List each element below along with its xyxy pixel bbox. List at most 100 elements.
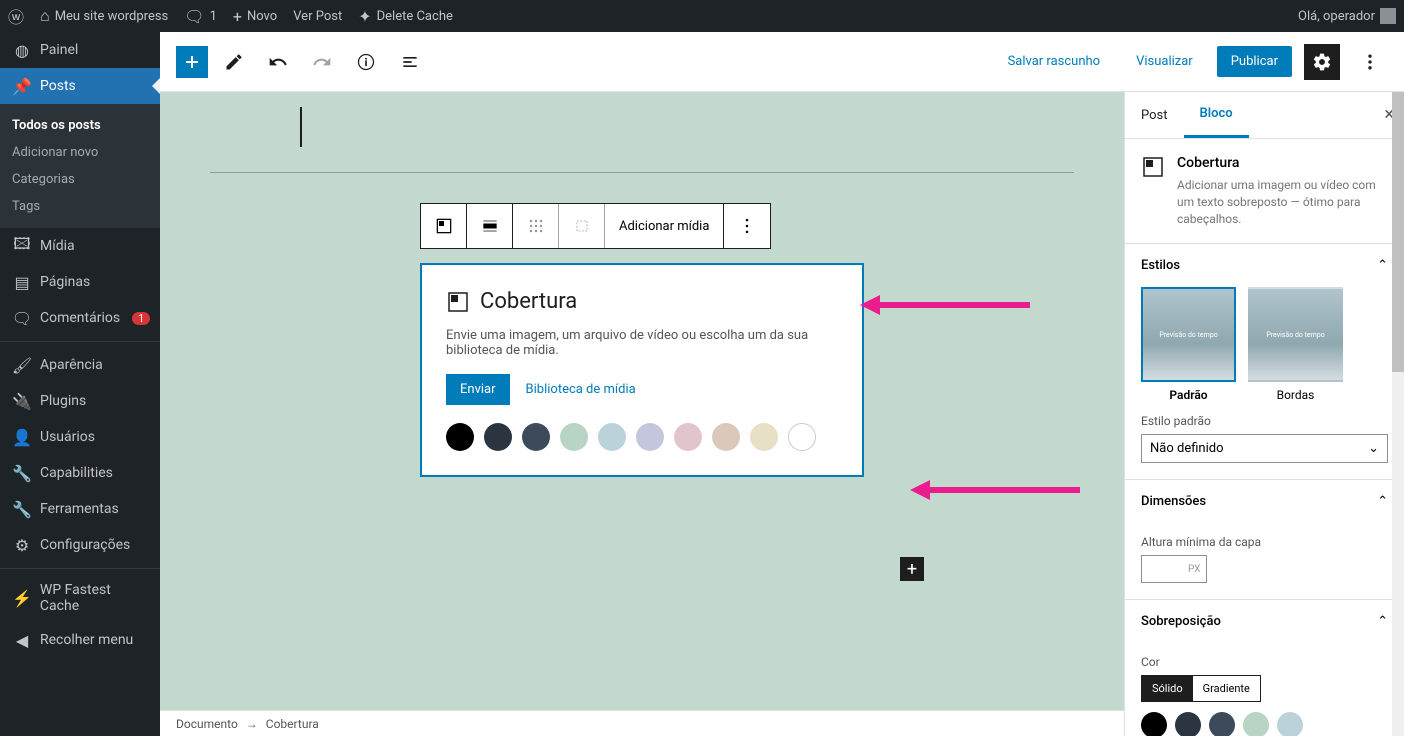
color-swatch[interactable] <box>446 423 474 451</box>
view-post-link[interactable]: Ver Post <box>293 9 342 24</box>
chevron-up-icon: ⌃ <box>1377 614 1388 629</box>
breadcrumb-block[interactable]: Cobertura <box>266 717 319 731</box>
submenu-add-new[interactable]: Adicionar novo <box>0 139 160 166</box>
edit-mode-button[interactable] <box>216 44 252 80</box>
submenu-tags[interactable]: Tags <box>0 193 160 220</box>
info-button[interactable] <box>348 44 384 80</box>
inspector-panel: Post Bloco × Cobertura Adicionar uma ima… <box>1124 92 1404 736</box>
sidebar-users[interactable]: 👤Usuários <box>0 419 160 455</box>
annotation-arrow-1 <box>860 292 1030 322</box>
admin-sidebar: ◍Painel 📌Posts Todos os posts Adicionar … <box>0 32 160 736</box>
sidebar-media[interactable]: 🖾Mídia <box>0 228 160 264</box>
dashboard-icon: ◍ <box>12 40 32 60</box>
color-swatch[interactable] <box>522 423 550 451</box>
tab-post[interactable]: Post <box>1125 92 1184 138</box>
overlay-panel-toggle[interactable]: Sobreposição⌃ <box>1125 600 1404 643</box>
style-borders[interactable]: Bordas <box>1248 287 1343 402</box>
settings-icon: ⚙ <box>12 535 32 555</box>
redo-button[interactable] <box>304 44 340 80</box>
brush-icon: 🖌 <box>12 355 32 375</box>
min-height-input[interactable]: PX <box>1141 555 1207 583</box>
more-options-button[interactable] <box>1352 44 1388 80</box>
site-link[interactable]: ⌂Meu site wordpress <box>40 6 168 26</box>
publish-button[interactable]: Publicar <box>1217 46 1292 77</box>
sidebar-settings[interactable]: ⚙Configurações <box>0 527 160 563</box>
block-desc-text: Adicionar uma imagem ou vídeo com um tex… <box>1177 177 1388 227</box>
sidebar-posts[interactable]: 📌Posts <box>0 68 160 104</box>
submenu-categories[interactable]: Categorias <box>0 166 160 193</box>
chevron-down-icon: ⌄ <box>1368 441 1379 456</box>
block-type-button[interactable] <box>421 204 467 248</box>
sidebar-tools[interactable]: 🔧Ferramentas <box>0 491 160 527</box>
block-toolbar: Adicionar mídia <box>420 203 771 249</box>
submenu-all-posts[interactable]: Todos os posts <box>0 112 160 139</box>
plugin-icon: 🔌 <box>12 391 32 411</box>
outline-button[interactable] <box>392 44 428 80</box>
color-swatch[interactable] <box>598 423 626 451</box>
add-block-inline-button[interactable]: + <box>900 557 924 581</box>
block-breadcrumb: Documento → Cobertura <box>160 710 1124 736</box>
align-button[interactable] <box>467 204 513 248</box>
avatar <box>1380 8 1396 24</box>
wp-logo[interactable]: ⓦ <box>8 4 24 28</box>
block-more-button[interactable] <box>724 204 770 248</box>
breadcrumb-doc[interactable]: Documento <box>176 717 238 731</box>
post-title-input[interactable] <box>210 92 1074 162</box>
block-editor: Salvar rascunho Visualizar Publicar Adic… <box>160 32 1404 736</box>
cache-icon: ⚡ <box>12 588 32 608</box>
upload-button[interactable]: Enviar <box>446 374 510 405</box>
min-height-label: Altura mínima da capa <box>1141 535 1388 549</box>
color-swatch[interactable] <box>636 423 664 451</box>
sidebar-plugins[interactable]: 🔌Plugins <box>0 383 160 419</box>
color-swatch[interactable] <box>788 423 816 451</box>
new-link[interactable]: +Novo <box>233 7 277 26</box>
fullheight-button[interactable] <box>559 204 605 248</box>
content-position-button[interactable] <box>513 204 559 248</box>
settings-toggle-button[interactable] <box>1304 44 1340 80</box>
add-media-button[interactable]: Adicionar mídia <box>605 204 724 248</box>
color-swatch[interactable] <box>674 423 702 451</box>
save-draft-button[interactable]: Salvar rascunho <box>996 48 1113 75</box>
delete-cache-link[interactable]: ✦Delete Cache <box>358 7 453 26</box>
sidebar-wpfc[interactable]: ⚡WP Fastest Cache <box>0 574 160 622</box>
solid-button[interactable]: Sólido <box>1142 676 1193 701</box>
preview-button[interactable]: Visualizar <box>1124 48 1205 75</box>
overlay-color-swatch[interactable] <box>1141 712 1167 736</box>
media-library-link[interactable]: Biblioteca de mídia <box>526 382 636 397</box>
overlay-color-swatch[interactable] <box>1277 712 1303 736</box>
admin-toolbar: ⓦ ⌂Meu site wordpress 🗨1 +Novo Ver Post … <box>0 0 1404 32</box>
overlay-panel: Sobreposição⌃ Cor Sólido Gradiente <box>1125 599 1404 736</box>
block-name: Cobertura <box>1177 155 1388 171</box>
dimensions-panel: Dimensões⌃ Altura mínima da capa PX <box>1125 479 1404 599</box>
color-swatch[interactable] <box>712 423 740 451</box>
inspector-scrollbar[interactable] <box>1392 92 1404 736</box>
cover-description: Envie uma imagem, um arquivo de vídeo ou… <box>446 328 838 358</box>
style-default[interactable]: Padrão <box>1141 287 1236 402</box>
sidebar-pages[interactable]: ▤Páginas <box>0 264 160 300</box>
sidebar-dashboard[interactable]: ◍Painel <box>0 32 160 68</box>
color-swatch[interactable] <box>750 423 778 451</box>
comments-badge: 1 <box>132 312 150 325</box>
sidebar-capabilities[interactable]: 🔧Capabilities <box>0 455 160 491</box>
overlay-color-swatch[interactable] <box>1243 712 1269 736</box>
editor-canvas[interactable]: Adicionar mídia Cobertura Envie uma imag… <box>160 92 1124 736</box>
styles-panel-toggle[interactable]: Estilos⌃ <box>1125 244 1404 287</box>
dimensions-panel-toggle[interactable]: Dimensões⌃ <box>1125 480 1404 523</box>
overlay-color-swatch[interactable] <box>1175 712 1201 736</box>
tab-block[interactable]: Bloco <box>1184 92 1249 138</box>
sidebar-collapse[interactable]: ◀Recolher menu <box>0 622 160 658</box>
color-swatch[interactable] <box>560 423 588 451</box>
undo-button[interactable] <box>260 44 296 80</box>
overlay-color-swatch[interactable] <box>1209 712 1235 736</box>
separator <box>210 172 1074 173</box>
gradient-button[interactable]: Gradiente <box>1193 676 1260 701</box>
color-swatch[interactable] <box>484 423 512 451</box>
sidebar-appearance[interactable]: 🖌Aparência <box>0 347 160 383</box>
comments-link[interactable]: 🗨1 <box>184 7 217 26</box>
annotation-arrow-2 <box>910 477 1080 507</box>
default-style-select[interactable]: Não definido⌄ <box>1141 434 1388 463</box>
add-block-button[interactable] <box>176 46 208 78</box>
sidebar-comments[interactable]: 🗨Comentários1 <box>0 300 160 336</box>
my-account[interactable]: Olá, operador <box>1298 8 1396 24</box>
default-style-label: Estilo padrão <box>1141 414 1388 428</box>
